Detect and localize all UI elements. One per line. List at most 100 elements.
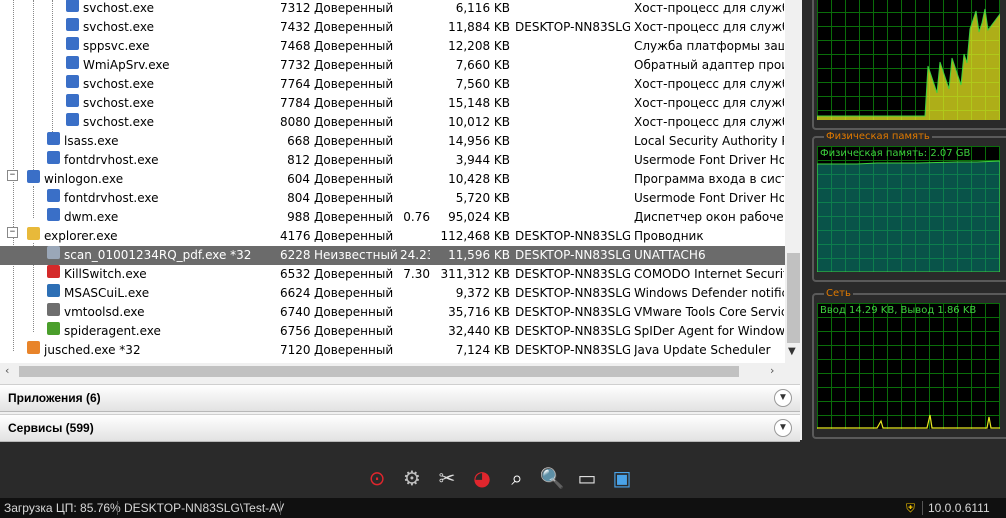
collapse-icon[interactable]: − xyxy=(7,227,18,238)
process-description: Проводник xyxy=(634,229,704,243)
memory-area xyxy=(817,160,1000,272)
process-pid: 6624 xyxy=(280,286,310,300)
process-description: COMODO Internet Security xyxy=(634,267,784,281)
horizontal-scrollbar[interactable]: ‹ › xyxy=(0,363,785,380)
process-row[interactable]: svchost.exe 7764 Доверенный 7,560 KB Хост-пр… xyxy=(0,75,785,94)
search-icon[interactable]: 🔍 xyxy=(537,463,567,493)
process-user: DESKTOP-NN83SLG... xyxy=(515,324,630,338)
comodo-logo-button[interactable]: ⊙ xyxy=(362,463,392,493)
process-row[interactable]: svchost.exe 7432 Доверенный 11,884 KB DESKTO… xyxy=(0,18,785,37)
memory-graph-box: Физическая память Физическая память: 2.0… xyxy=(812,131,1006,282)
status-separator xyxy=(117,501,118,515)
process-icon xyxy=(47,132,60,145)
process-pid: 6228 xyxy=(280,248,310,262)
process-description: Usermode Font Driver Host xyxy=(634,153,784,167)
network-graph: Ввод 14.29 KB, Вывод 1.86 KB xyxy=(817,303,1000,429)
process-user: DESKTOP-NN83SLG... xyxy=(515,305,630,319)
process-user: DESKTOP-NN83SLG... xyxy=(515,343,630,357)
section-applications-label: Приложения (6) xyxy=(8,391,101,405)
process-name: jusched.exe *32 xyxy=(44,343,141,357)
process-cpu: 0.76 xyxy=(403,210,430,224)
process-row[interactable]: sppsvc.exe 7468 Доверенный 12,208 KB Служба … xyxy=(0,37,785,56)
process-description: Хост-процесс для служб W xyxy=(634,20,784,34)
process-row[interactable]: dwm.exe 988 Доверенный 0.76 95,024 KB Диспетч… xyxy=(0,208,785,227)
process-row[interactable]: jusched.exe *32 7120 Доверенный 7,124 KB DES… xyxy=(0,341,785,360)
process-row[interactable]: svchost.exe 7784 Доверенный 15,148 KB Хост-п… xyxy=(0,94,785,113)
process-user: DESKTOP-NN83SLG... xyxy=(515,248,630,262)
process-description: VMware Tools Core Service xyxy=(634,305,784,319)
chevron-left-icon[interactable]: ‹ xyxy=(5,364,9,377)
process-memory: 11,596 KB xyxy=(448,248,510,262)
cpu-graph xyxy=(817,0,1000,120)
process-tree: svchost.exe 7312 Доверенный 6,116 KB Хост-пр… xyxy=(0,0,785,363)
process-memory: 3,944 KB xyxy=(455,153,510,167)
graphs-panel: Физическая память Физическая память: 2.0… xyxy=(808,0,1006,440)
gear-icon[interactable]: ⚙ xyxy=(397,463,427,493)
process-icon xyxy=(66,113,79,126)
process-trust: Доверенный xyxy=(314,172,394,186)
process-memory: 95,024 KB xyxy=(448,210,510,224)
chevron-down-icon[interactable]: ▼ xyxy=(774,419,792,437)
process-trust: Доверенный xyxy=(314,134,394,148)
process-row[interactable]: spideragent.exe 6756 Доверенный 32,440 KB DE… xyxy=(0,322,785,341)
section-services-label: Сервисы (599) xyxy=(8,421,94,435)
process-description: Java Update Scheduler xyxy=(634,343,771,357)
process-memory: 32,440 KB xyxy=(448,324,510,338)
process-pid: 7732 xyxy=(280,58,310,72)
process-icon xyxy=(47,265,60,278)
network-graph-text: Ввод 14.29 KB, Вывод 1.86 KB xyxy=(820,305,977,316)
process-trust: Доверенный xyxy=(314,39,394,53)
process-row[interactable]: − explorer.exe 4176 Доверенный 112,468 KB DES… xyxy=(0,227,785,246)
process-row[interactable]: vmtoolsd.exe 6740 Доверенный 35,716 KB DESKT… xyxy=(0,303,785,322)
section-applications[interactable]: Приложения (6) ▼ xyxy=(0,384,800,412)
monitor-icon[interactable]: ▣ xyxy=(607,463,637,493)
process-row[interactable]: scan_01001234RQ_pdf.exe *32 6228 Неизвестн… xyxy=(0,246,785,265)
horizontal-scroll-thumb[interactable] xyxy=(19,366,739,377)
search-window-icon[interactable]: ⌕ xyxy=(502,463,532,493)
vertical-scrollbar[interactable]: ▼ xyxy=(785,0,802,363)
process-description: Хост-процесс для служб W xyxy=(634,115,784,129)
process-icon xyxy=(66,37,79,50)
process-row[interactable]: svchost.exe 7312 Доверенный 6,116 KB Хост-пр… xyxy=(0,0,785,18)
cpu-graph-svg xyxy=(817,8,1000,120)
pie-chart-icon[interactable]: ◕ xyxy=(467,463,497,493)
process-row[interactable]: fontdrvhost.exe 812 Доверенный 3,944 KB User… xyxy=(0,151,785,170)
process-pid: 7432 xyxy=(280,20,310,34)
network-graph-svg xyxy=(817,414,1000,429)
process-row[interactable]: svchost.exe 8080 Доверенный 10,012 KB Хост-п… xyxy=(0,113,785,132)
process-icon xyxy=(47,284,60,297)
process-trust: Доверенный xyxy=(314,1,394,15)
process-description: Local Security Authority Pro xyxy=(634,134,784,148)
process-row[interactable]: − winlogon.exe 604 Доверенный 10,428 KB Прогр… xyxy=(0,170,785,189)
memory-graph-title: Физическая память xyxy=(824,131,932,142)
process-trust: Доверенный xyxy=(314,96,394,110)
process-row[interactable]: WmiApSrv.exe 7732 Доверенный 7,660 KB Обратн… xyxy=(0,56,785,75)
process-row[interactable]: MSASCuiL.exe 6624 Доверенный 9,372 KB DESKTO… xyxy=(0,284,785,303)
process-pid: 988 xyxy=(287,210,310,224)
process-pid: 8080 xyxy=(280,115,310,129)
process-user: DESKTOP-NN83SLG... xyxy=(515,267,630,281)
process-trust: Доверенный xyxy=(314,343,394,357)
section-services[interactable]: Сервисы (599) ▼ xyxy=(0,414,800,442)
chevron-down-icon[interactable]: ▼ xyxy=(788,346,796,357)
chevron-down-icon[interactable]: ▼ xyxy=(774,389,792,407)
process-row[interactable]: fontdrvhost.exe 804 Доверенный 5,720 KB User… xyxy=(0,189,785,208)
process-icon xyxy=(47,208,60,221)
process-row[interactable]: KillSwitch.exe 6532 Доверенный 7.30 311,312 … xyxy=(0,265,785,284)
process-pid: 7764 xyxy=(280,77,310,91)
vertical-scroll-thumb[interactable] xyxy=(787,253,800,343)
process-memory: 15,148 KB xyxy=(448,96,510,110)
collapse-icon[interactable]: − xyxy=(7,170,18,181)
process-memory: 7,124 KB xyxy=(455,343,510,357)
chevron-right-icon[interactable]: › xyxy=(770,364,774,377)
process-trust: Доверенный xyxy=(314,210,394,224)
shield-icon: ⛨ xyxy=(906,501,916,515)
process-pid: 7784 xyxy=(280,96,310,110)
process-cpu: 7.30 xyxy=(403,267,430,281)
window-icon[interactable]: ▭ xyxy=(572,463,602,493)
kill-process-icon[interactable]: ✂ xyxy=(432,463,462,493)
status-separator xyxy=(922,501,923,515)
process-memory: 10,012 KB xyxy=(448,115,510,129)
process-user: DESKTOP-NN83SLG... xyxy=(515,20,630,34)
process-row[interactable]: lsass.exe 668 Доверенный 14,956 KB Local Sec… xyxy=(0,132,785,151)
